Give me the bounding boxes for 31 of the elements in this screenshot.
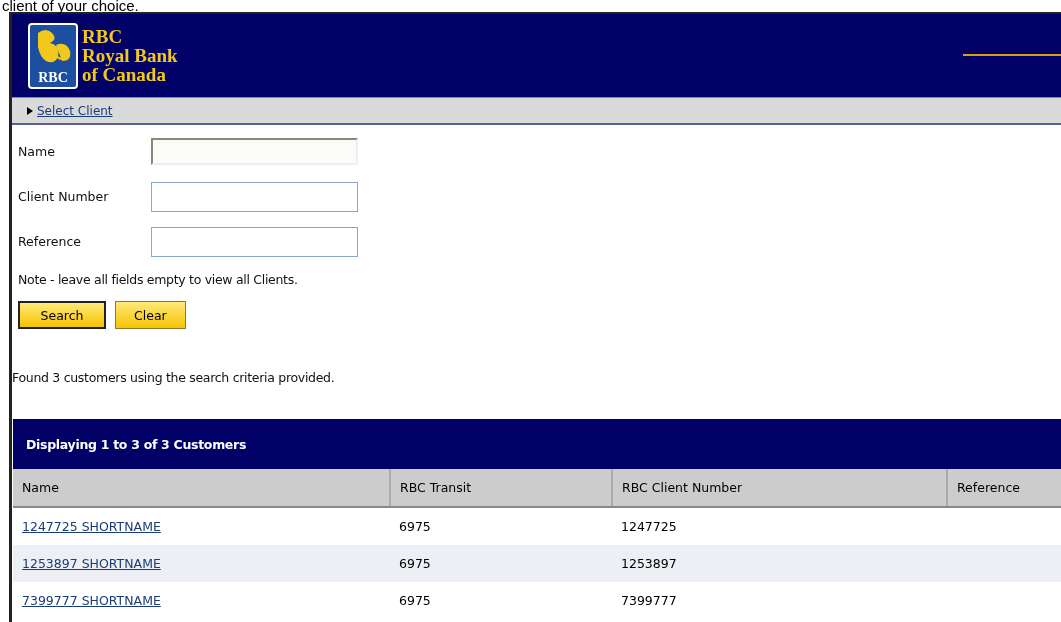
table-cell: 6975 xyxy=(390,545,612,582)
customer-name-link[interactable]: 7399777 SHORTNAME xyxy=(22,593,161,608)
column-header: Reference xyxy=(947,469,1061,507)
caption-text: client of your choice. xyxy=(1,0,140,12)
table-cell: 7399777 xyxy=(612,582,947,619)
field-label: Client Number xyxy=(18,189,110,204)
brand-name-line: RBC xyxy=(82,27,124,46)
text-field[interactable] xyxy=(151,181,358,212)
column-header: RBC Client Number xyxy=(612,469,947,507)
lion-shield-logo: RBC xyxy=(28,22,78,89)
text-field[interactable] xyxy=(151,226,358,257)
customer-name-link[interactable]: 1247725 SHORTNAME xyxy=(22,519,161,534)
table-cell: 1247725 xyxy=(612,507,947,545)
field-label: Reference xyxy=(18,234,82,249)
table-cell: 6975 xyxy=(390,507,612,545)
text-field[interactable] xyxy=(151,138,358,165)
note-text: Note - leave all fields empty to view all Clients. xyxy=(18,272,299,287)
table-cell: 6975 xyxy=(390,582,612,619)
result-message: Found 3 customers using the search criteria provided. xyxy=(12,370,336,385)
search-button[interactable]: Search xyxy=(18,301,106,329)
table-cell: 1253897 xyxy=(612,545,947,582)
table-title-bar: Displaying 1 to 3 of 3 Customers xyxy=(13,419,1061,469)
customer-name-link[interactable]: 1253897 SHORTNAME xyxy=(22,556,161,571)
brand-name-line: of Canada xyxy=(82,65,167,84)
column-header: RBC Transit xyxy=(390,469,612,507)
column-header: Name xyxy=(13,469,390,507)
select-client-link[interactable]: Select Client xyxy=(37,103,113,118)
field-label: Name xyxy=(18,144,56,159)
triangle-bullet-icon xyxy=(27,106,33,115)
brand-name-line: Royal Bank xyxy=(82,46,178,65)
clear-button[interactable]: Clear xyxy=(115,301,186,329)
